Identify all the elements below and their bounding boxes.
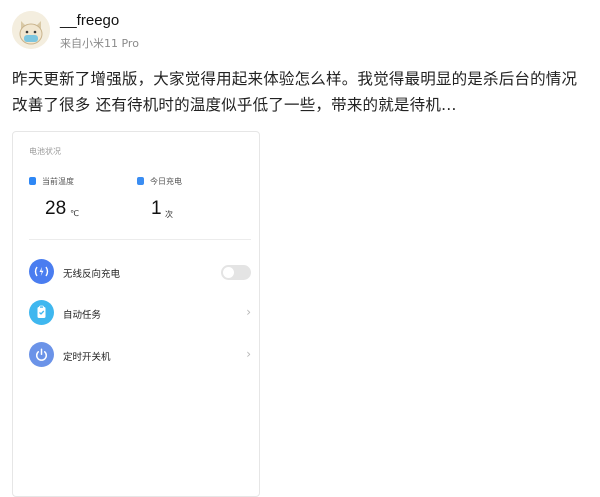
- row-auto-task[interactable]: 自动任务 ›: [29, 300, 251, 326]
- stat-label: 当前温度: [42, 177, 74, 186]
- toggle-knob: [223, 267, 234, 278]
- username[interactable]: __freego: [60, 12, 119, 29]
- wireless-charge-toggle[interactable]: [221, 265, 251, 280]
- battery-screenshot-card[interactable]: 电池状况 当前温度 28 ℃ 今日充电 1 次 无线反向充电 自动任务 › 定时…: [12, 131, 260, 497]
- stat-value: 28: [45, 198, 67, 219]
- chevron-right-icon: ›: [246, 305, 251, 319]
- post-text[interactable]: 昨天更新了增强版，大家觉得用起来体验怎么样。我觉得最明显的是杀后台的情况改善了很…: [12, 66, 587, 118]
- post-source: 来自小米11 Pro: [60, 37, 139, 50]
- charge-icon: [137, 177, 144, 185]
- row-label: 自动任务: [63, 310, 102, 321]
- stat-unit: 次: [165, 210, 173, 219]
- card-title: 电池状况: [29, 147, 61, 156]
- row-scheduled-power[interactable]: 定时开关机 ›: [29, 342, 251, 368]
- power-icon: [29, 342, 54, 367]
- divider: [29, 239, 251, 240]
- avatar[interactable]: [12, 11, 50, 49]
- row-label: 无线反向充电: [63, 269, 121, 280]
- cat-avatar-icon: [12, 11, 50, 49]
- stat-value: 1: [151, 198, 162, 219]
- stat-label: 今日充电: [150, 177, 182, 186]
- wireless-charge-icon: [29, 259, 54, 284]
- thermometer-icon: [29, 177, 36, 185]
- row-wireless-reverse-charge[interactable]: 无线反向充电: [29, 259, 251, 285]
- row-label: 定时开关机: [63, 352, 111, 363]
- clipboard-check-icon: [29, 300, 54, 325]
- stat-unit: ℃: [70, 209, 79, 218]
- chevron-right-icon: ›: [246, 347, 251, 361]
